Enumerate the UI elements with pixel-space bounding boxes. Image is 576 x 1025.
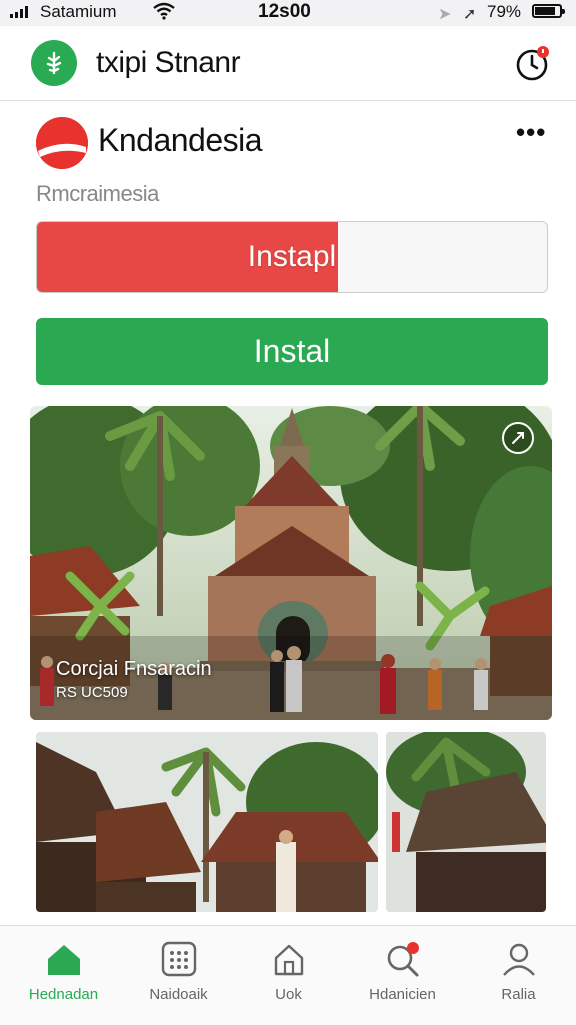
status-time: 12s00 bbox=[258, 1, 311, 22]
location-icon: ➚ bbox=[463, 6, 477, 23]
tab-label: Hdanicien bbox=[369, 986, 436, 1003]
hero-subcaption: RS UC509 bbox=[56, 684, 128, 701]
wifi-icon bbox=[152, 2, 176, 25]
location-arrow-icon: ➤ bbox=[438, 6, 452, 23]
hero-caption: Corcjai Fnsaracin bbox=[56, 658, 212, 680]
carrier-name: Satamium bbox=[40, 2, 117, 21]
header-title: txipi Stnanr bbox=[96, 46, 241, 79]
timer-icon[interactable] bbox=[514, 44, 552, 82]
tab-house[interactable]: Uok bbox=[231, 926, 346, 1025]
tab-grid[interactable]: Naidoaik bbox=[121, 926, 236, 1025]
app-detail-card: Kndandesia ••• Rmcraimesia Instapl Insta… bbox=[0, 101, 576, 925]
tab-label: Ralia bbox=[501, 986, 536, 1003]
status-bar: Satamium 12s00 ➤ ➚ 79% bbox=[0, 0, 576, 26]
more-options-icon[interactable]: ••• bbox=[516, 119, 546, 145]
app-header: txipi Stnanr bbox=[0, 26, 576, 101]
home-icon bbox=[48, 945, 80, 975]
tab-profile[interactable]: Ralia bbox=[461, 926, 576, 1025]
tab-home[interactable]: Hednadan bbox=[6, 926, 121, 1025]
expand-icon[interactable] bbox=[502, 422, 534, 454]
tab-search[interactable]: Hdanicien bbox=[345, 926, 460, 1025]
battery-icon bbox=[532, 4, 565, 18]
app-subtitle: Rmcraimesia bbox=[36, 181, 159, 206]
house-outline-icon bbox=[274, 944, 304, 976]
app-logo bbox=[36, 117, 88, 169]
bottom-tab-bar: Hednadan Naidoaik Uok Hdanicien Ralia bbox=[0, 925, 576, 1025]
install-progress-bar: Instapl bbox=[36, 221, 548, 293]
app-name: Kndandesia bbox=[98, 122, 263, 158]
progress-label: Instapl bbox=[247, 240, 337, 273]
signal-icon bbox=[10, 6, 28, 18]
user-icon bbox=[503, 943, 535, 976]
leaf-icon[interactable] bbox=[31, 40, 77, 86]
battery-percent: 79% bbox=[487, 2, 522, 21]
gallery-thumbnail[interactable] bbox=[36, 732, 378, 912]
tab-label: Hednadan bbox=[28, 986, 99, 1003]
install-button[interactable]: Instal bbox=[36, 318, 548, 385]
tab-label: Uok bbox=[275, 986, 302, 1003]
hero-image[interactable]: Corcjai Fnsaracin RS UC509 bbox=[30, 406, 552, 720]
search-icon bbox=[387, 942, 419, 977]
grid-icon bbox=[161, 941, 197, 977]
tab-label: Naidoaik bbox=[149, 986, 208, 1003]
gallery-thumbnail[interactable] bbox=[386, 732, 546, 912]
